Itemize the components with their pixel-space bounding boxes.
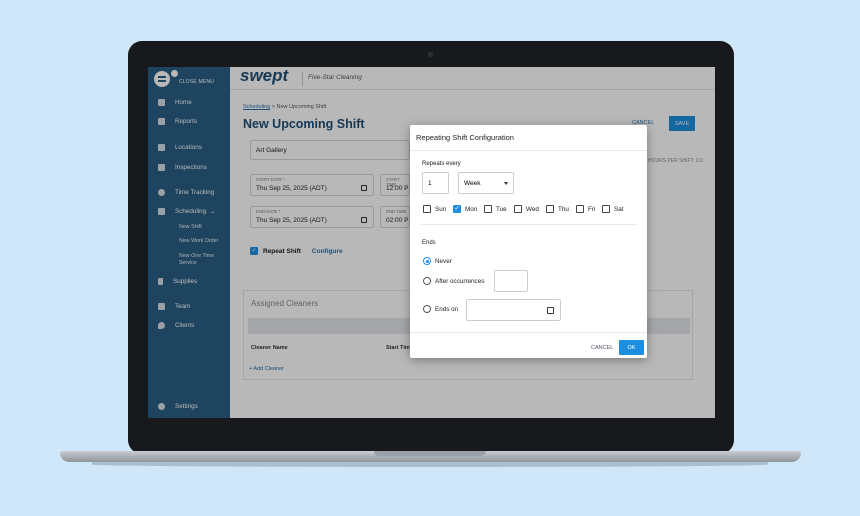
laptop-notch bbox=[374, 451, 486, 456]
dropdown-arrow-icon bbox=[504, 182, 508, 185]
radio-ends-on[interactable]: Ends on bbox=[423, 305, 458, 313]
radio-ends-on-button[interactable] bbox=[423, 305, 431, 313]
day-wed[interactable]: Wed bbox=[514, 205, 539, 213]
camera-icon bbox=[428, 52, 433, 57]
laptop-shadow bbox=[92, 462, 768, 467]
radio-never[interactable]: Never bbox=[423, 257, 452, 265]
repeat-config-dialog: Repeating Shift Configuration Repeats ev… bbox=[410, 125, 647, 358]
section-divider bbox=[420, 224, 637, 225]
day-fri[interactable]: Fri bbox=[576, 205, 595, 213]
end-date-input[interactable] bbox=[466, 299, 561, 321]
dialog-title: Repeating Shift Configuration bbox=[416, 133, 514, 142]
interval-input[interactable]: 1 bbox=[422, 172, 449, 194]
ends-label: Ends bbox=[422, 240, 436, 246]
dialog-cancel-button[interactable]: CANCEL bbox=[591, 345, 613, 351]
checkbox-thu[interactable] bbox=[546, 205, 554, 213]
day-sun[interactable]: Sun bbox=[423, 205, 446, 213]
footer-divider bbox=[410, 332, 647, 333]
app-screen: CLOSE MENU Home Reports Locations Inspec… bbox=[148, 67, 715, 418]
checkbox-sun[interactable] bbox=[423, 205, 431, 213]
radio-after-occurrences[interactable]: After occurrences bbox=[423, 277, 484, 285]
day-sat[interactable]: Sat bbox=[602, 205, 623, 213]
checkbox-fri[interactable] bbox=[576, 205, 584, 213]
radio-never-button[interactable] bbox=[423, 257, 431, 265]
checkbox-tue[interactable] bbox=[484, 205, 492, 213]
repeats-every-label: Repeats every bbox=[422, 161, 461, 167]
checkbox-mon[interactable]: ✓ bbox=[453, 205, 461, 213]
calendar-icon[interactable] bbox=[547, 307, 554, 314]
checkbox-sat[interactable] bbox=[602, 205, 610, 213]
dialog-ok-button[interactable]: OK bbox=[619, 340, 644, 355]
day-thu[interactable]: Thu bbox=[546, 205, 569, 213]
day-mon[interactable]: ✓ Mon bbox=[453, 205, 477, 213]
checkbox-wed[interactable] bbox=[514, 205, 522, 213]
dialog-divider bbox=[410, 150, 647, 151]
unit-select[interactable]: Week bbox=[458, 172, 514, 194]
day-tue[interactable]: Tue bbox=[484, 205, 507, 213]
radio-after-button[interactable] bbox=[423, 277, 431, 285]
occurrences-input[interactable] bbox=[494, 270, 528, 292]
